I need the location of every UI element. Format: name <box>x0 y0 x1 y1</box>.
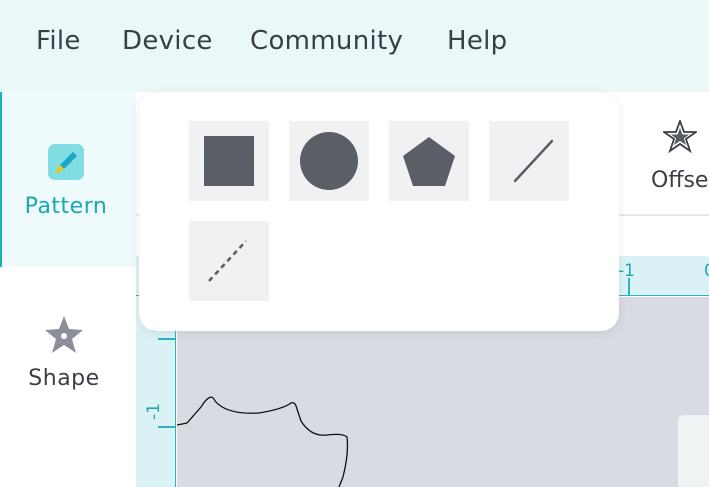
line-icon <box>513 139 554 183</box>
ruler-top-tick-label: 0 <box>704 261 709 281</box>
left-sidebar: Pattern Shape <box>0 92 136 487</box>
pattern-icon <box>48 144 84 180</box>
shape-circle-button[interactable] <box>289 121 369 201</box>
canvas-side-panel[interactable] <box>678 415 709 487</box>
ruler-tick <box>158 426 176 428</box>
shape-menu-popup <box>139 92 619 331</box>
ruler-tick <box>158 338 176 340</box>
shape-square-button[interactable] <box>189 121 269 201</box>
menu-device[interactable]: Device <box>122 26 213 56</box>
dashed-line-icon <box>208 240 247 282</box>
square-icon <box>204 136 254 186</box>
circle-icon <box>300 132 358 190</box>
shape-dashed-line-button[interactable] <box>189 221 269 301</box>
offset-button-label[interactable]: Offset <box>651 168 709 193</box>
offset-icon[interactable] <box>661 118 699 158</box>
shape-line-button[interactable] <box>489 121 569 201</box>
shape-pentagon-button[interactable] <box>389 121 469 201</box>
ruler-left-tick-label: -1 <box>144 403 164 420</box>
sidebar-item-label: Pattern <box>24 194 108 219</box>
menu-bar: File Device Community Help <box>0 0 709 92</box>
sidebar-item-pattern[interactable]: Pattern <box>0 92 136 267</box>
sidebar-item-label: Shape <box>28 366 100 391</box>
pentagon-icon <box>403 137 455 186</box>
ruler-top-tick-label: -1 <box>618 261 635 281</box>
menu-community[interactable]: Community <box>250 26 403 56</box>
menu-file[interactable]: File <box>36 26 81 56</box>
star-shape-icon <box>43 314 85 360</box>
menu-help[interactable]: Help <box>447 26 507 56</box>
